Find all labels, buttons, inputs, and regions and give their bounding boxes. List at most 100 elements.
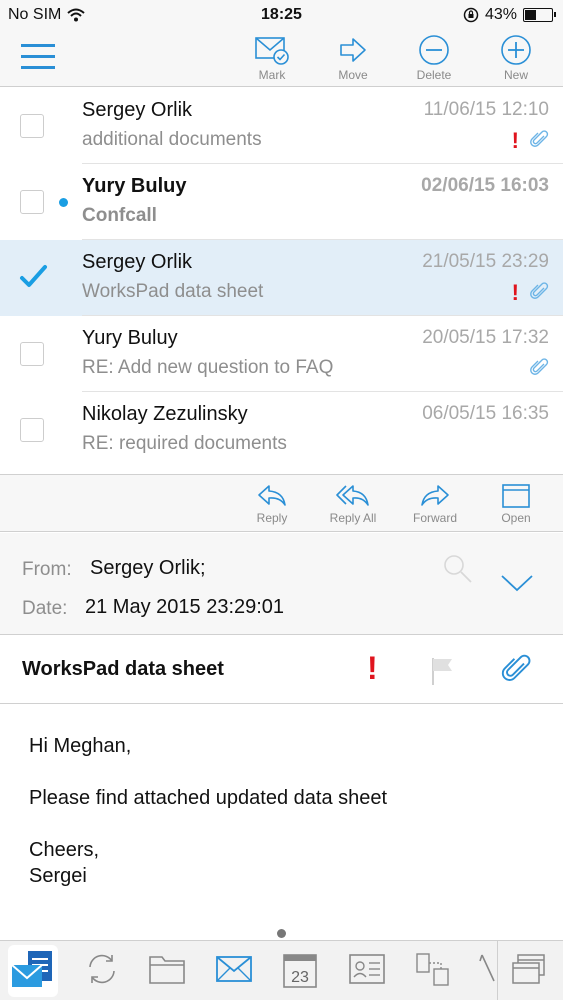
paperclip-icon <box>530 282 549 299</box>
top-toolbar: Mark Move Delete New <box>0 30 563 87</box>
network-devices-icon <box>416 953 449 986</box>
dock-folder[interactable] <box>148 951 186 992</box>
message-subject: RE: Add new question to FAQ <box>82 357 334 378</box>
dock-mail-app[interactable] <box>8 945 58 1000</box>
reply-all-button[interactable]: Reply All <box>313 483 393 525</box>
paperclip-icon <box>530 130 549 147</box>
message-action-toolbar: Reply Reply All Forward Open <box>0 474 563 532</box>
windows-switcher-icon <box>512 954 545 984</box>
page-indicator <box>277 929 286 938</box>
folder-icon <box>149 956 185 984</box>
move-button[interactable]: Move <box>318 34 388 82</box>
message-row[interactable]: Sergey Orlik additional documents 11/06/… <box>0 88 563 164</box>
subject-bar: WorksPad data sheet ! <box>0 636 563 704</box>
envelope-icon <box>216 956 252 982</box>
message-checkbox[interactable] <box>20 190 44 214</box>
from-label: From: <box>22 559 72 580</box>
new-label: New <box>503 68 528 82</box>
move-label: Move <box>338 68 368 82</box>
mark-button[interactable]: Mark <box>237 34 307 82</box>
important-icon: ! <box>511 128 519 153</box>
new-plus-icon <box>501 35 531 65</box>
reply-button[interactable]: Reply <box>232 483 312 525</box>
message-date: 21/05/15 23:29 <box>422 251 549 272</box>
message-checkbox[interactable] <box>20 418 44 442</box>
subject-title: WorksPad data sheet <box>22 658 224 680</box>
from-value[interactable]: Sergey Orlik; <box>90 557 206 580</box>
open-window-icon <box>502 484 530 508</box>
delete-minus-icon <box>419 35 449 65</box>
body-signature: Sergei <box>29 865 87 887</box>
checkmark-icon[interactable] <box>18 262 48 292</box>
forward-button[interactable]: Forward <box>395 483 475 525</box>
important-icon: ! <box>511 280 519 305</box>
search-icon[interactable] <box>442 553 474 585</box>
message-date: 11/06/15 12:10 <box>423 99 549 120</box>
body-greeting: Hi Meghan, <box>29 735 132 757</box>
rotation-lock-icon <box>463 7 479 23</box>
mark-mail-icon <box>255 37 289 65</box>
message-sender: Yury Buluy <box>82 175 187 197</box>
dock-sync[interactable] <box>84 951 120 992</box>
menu-button[interactable] <box>20 42 56 77</box>
hamburger-icon <box>21 44 55 69</box>
dock-calendar[interactable]: 23 <box>282 951 318 994</box>
open-label: Open <box>501 511 531 525</box>
reply-all-arrow-icon <box>336 485 369 506</box>
message-subject: additional documents <box>82 129 262 150</box>
mail-body: Hi Meghan, Please find attached updated … <box>0 705 563 927</box>
contact-card-icon <box>349 954 385 984</box>
unread-dot-icon <box>59 198 68 207</box>
reply-label: Reply <box>256 511 288 525</box>
chevron-down-icon[interactable] <box>500 573 534 593</box>
message-sender: Sergey Orlik <box>82 251 193 273</box>
new-button[interactable]: New <box>481 34 551 82</box>
message-row[interactable]: Yury Buluy Confcall 02/06/15 16:03 <box>0 164 563 240</box>
wrench-icon <box>479 954 495 982</box>
dock-tools[interactable] <box>478 951 496 994</box>
dock-contacts[interactable] <box>348 951 386 992</box>
important-icon[interactable]: ! <box>367 650 378 687</box>
mail-header: From: Sergey Orlik; Date: 21 May 2015 23… <box>0 533 563 635</box>
flag-icon[interactable] <box>430 656 456 686</box>
message-subject: WorksPad data sheet <box>82 281 264 302</box>
date-label: Date: <box>22 598 68 619</box>
dock-mail[interactable] <box>215 951 253 992</box>
paperclip-icon[interactable] <box>500 654 532 686</box>
message-checkbox[interactable] <box>20 342 44 366</box>
calendar-day: 23 <box>291 969 309 986</box>
message-list: Sergey Orlik additional documents 11/06/… <box>0 88 563 473</box>
message-date: 06/05/15 16:35 <box>422 403 549 424</box>
message-checkbox[interactable] <box>20 114 44 138</box>
message-subject: Confcall <box>82 205 157 226</box>
dock-windows[interactable] <box>510 951 548 992</box>
message-date: 02/06/15 16:03 <box>421 175 549 196</box>
forward-label: Forward <box>412 511 457 525</box>
message-row[interactable]: Yury Buluy RE: Add new question to FAQ 2… <box>0 316 563 392</box>
mark-label: Mark <box>258 68 286 82</box>
body-closing: Cheers, <box>29 839 100 861</box>
mail-app-icon <box>8 945 58 997</box>
message-subject: RE: required documents <box>82 433 287 454</box>
dock-network[interactable] <box>414 951 452 994</box>
move-arrow-icon <box>340 38 366 62</box>
message-date: 20/05/15 17:32 <box>422 327 549 348</box>
message-row[interactable]: Nikolay Zezulinsky RE: required document… <box>0 392 563 468</box>
calendar-icon: 23 <box>283 954 317 988</box>
battery-fill <box>525 10 536 20</box>
message-sender: Nikolay Zezulinsky <box>82 403 248 425</box>
message-row-selected[interactable]: Sergey Orlik WorksPad data sheet 21/05/1… <box>0 240 563 316</box>
status-bar: No SIM 18:25 43% <box>0 0 563 30</box>
battery-percent: 43% <box>484 6 517 23</box>
battery-icon <box>523 8 556 22</box>
reply-arrow-icon <box>258 485 286 506</box>
delete-label: Delete <box>416 68 452 82</box>
body-text: Please find attached updated data sheet <box>29 787 388 809</box>
reply-all-label: Reply All <box>329 511 377 525</box>
date-value: 21 May 2015 23:29:01 <box>85 596 285 618</box>
forward-arrow-icon <box>421 485 449 506</box>
delete-button[interactable]: Delete <box>399 34 469 82</box>
open-button[interactable]: Open <box>476 483 556 525</box>
sync-icon <box>89 954 115 984</box>
app-dock: 23 <box>0 940 563 1000</box>
